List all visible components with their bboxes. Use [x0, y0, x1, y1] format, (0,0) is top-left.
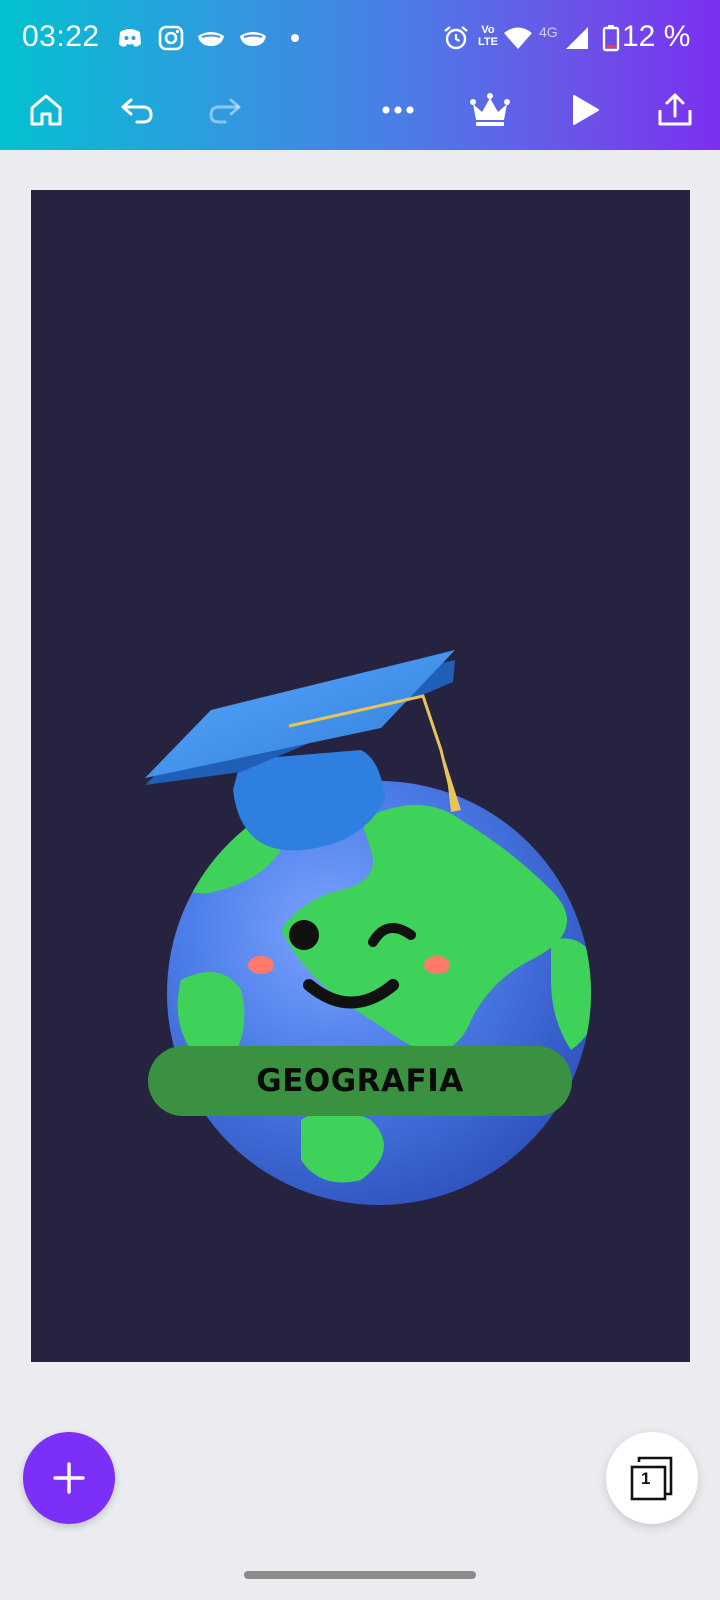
design-canvas[interactable]: GEOGRAFIA: [31, 190, 690, 1362]
globe-graduation-illustration[interactable]: [131, 460, 611, 1240]
more-icon: [382, 106, 414, 114]
share-icon: [658, 93, 692, 126]
add-element-button[interactable]: [23, 1432, 115, 1524]
title-label[interactable]: GEOGRAFIA: [148, 1046, 572, 1116]
present-button[interactable]: [560, 86, 608, 134]
network-type-label: 4G: [539, 24, 558, 40]
instagram-icon: [158, 25, 184, 51]
mask-icon: [198, 32, 224, 46]
status-bar: 03:22 Vo LTE 4G 12 %: [0, 0, 720, 78]
pages-icon: [630, 1456, 673, 1501]
status-time: 03:22: [22, 20, 100, 53]
alarm-icon: [444, 26, 468, 50]
gesture-home-indicator[interactable]: [244, 1571, 476, 1579]
redo-icon: [209, 98, 241, 124]
share-button[interactable]: [651, 86, 699, 134]
signal-icon: [566, 27, 588, 49]
crown-icon: [470, 93, 510, 126]
undo-icon: [121, 98, 153, 124]
wifi-icon: [504, 27, 532, 49]
pages-button[interactable]: 1: [606, 1432, 698, 1524]
mask-icon: [240, 32, 266, 46]
redo-button[interactable]: [201, 86, 249, 134]
home-icon: [30, 94, 62, 126]
top-app-bar: 03:22 Vo LTE 4G 12 %: [0, 0, 720, 150]
discord-icon: [119, 29, 141, 47]
battery-icon: [602, 25, 620, 52]
premium-button[interactable]: [466, 86, 514, 134]
home-button[interactable]: [22, 86, 70, 134]
volte-icon: Vo LTE: [478, 24, 498, 48]
undo-button[interactable]: [113, 86, 161, 134]
more-options-button[interactable]: [374, 86, 422, 134]
editor-toolbar: [0, 78, 720, 150]
page-count: 1: [641, 1469, 651, 1488]
battery-percentage: 12 %: [622, 20, 691, 53]
play-icon: [573, 95, 599, 125]
more-notifications-dot: [291, 34, 299, 42]
plus-icon: [53, 1462, 85, 1494]
